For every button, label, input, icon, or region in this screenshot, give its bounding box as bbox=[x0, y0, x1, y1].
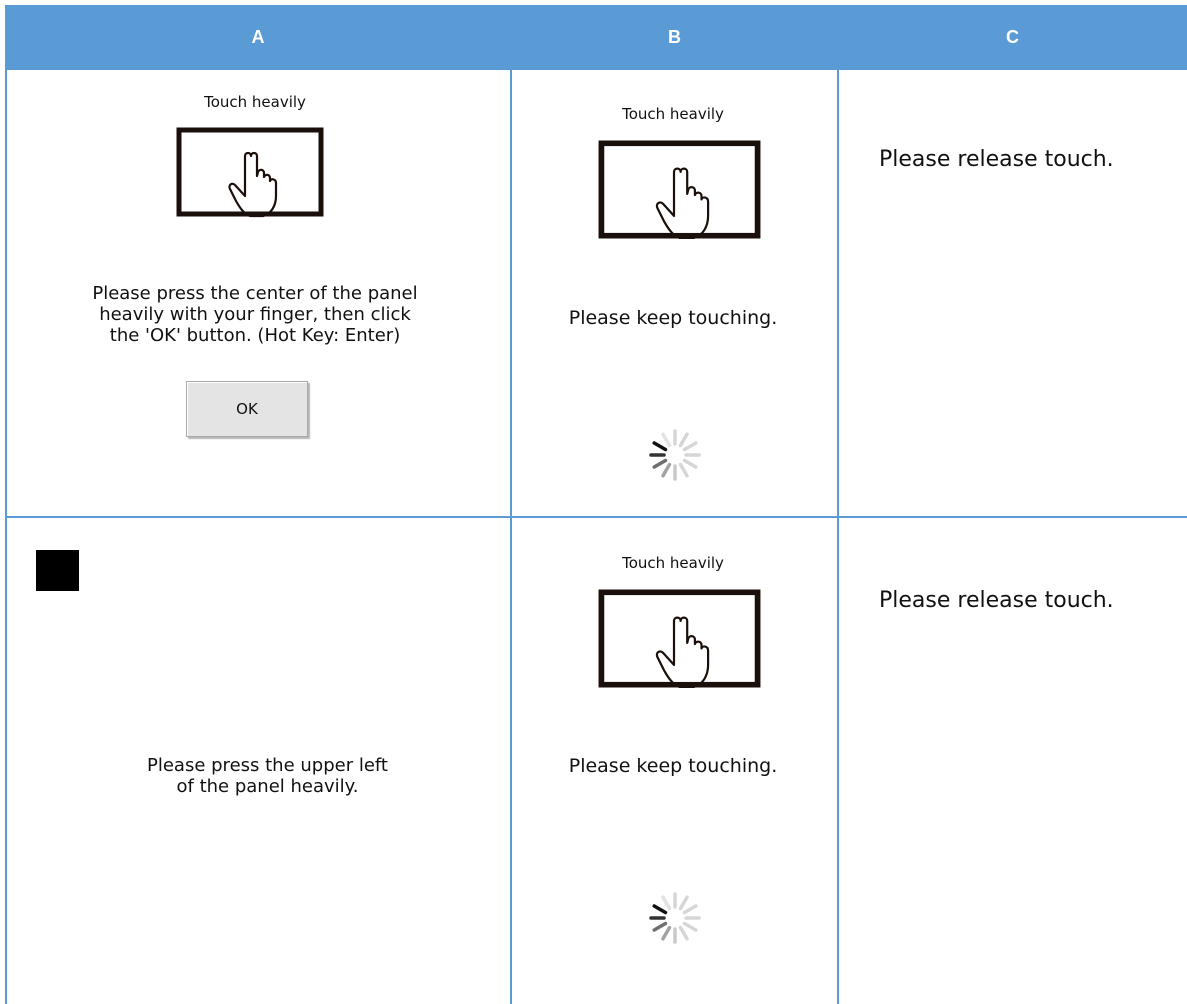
touch-heavily-title: Touch heavily bbox=[622, 105, 724, 123]
instruction-line-2: of the panel heavily. bbox=[176, 776, 359, 797]
release-touch-text: Please release touch. bbox=[879, 588, 1114, 613]
touch-panel-icon bbox=[598, 589, 761, 688]
row2-col-a: Please press the upper left of the panel… bbox=[5, 518, 510, 1004]
release-touch-text: Please release touch. bbox=[879, 147, 1114, 172]
instruction-text: Please press the upper left of the panel… bbox=[5, 755, 530, 797]
row1-col-a: Touch heavily Please press the center of… bbox=[5, 70, 510, 516]
header-col-c: C bbox=[1006, 27, 1019, 47]
header-col-b: B bbox=[668, 27, 681, 47]
touch-heavily-title: Touch heavily bbox=[204, 93, 306, 111]
touch-panel-icon bbox=[598, 140, 761, 240]
keep-touching-text: Please keep touching. bbox=[568, 755, 778, 777]
instruction-line-2: heavily with your finger, then click bbox=[99, 304, 411, 325]
ok-button[interactable]: OK bbox=[186, 381, 308, 437]
table-header: A B C bbox=[5, 5, 1187, 70]
instruction-table: A B C Touch heavily Please press the cen… bbox=[5, 5, 1187, 1004]
black-square-marker bbox=[36, 550, 79, 591]
instruction-text: Please press the center of the panel hea… bbox=[5, 283, 505, 346]
row2-col-b: Touch heavily Please keep touching. bbox=[512, 518, 837, 1004]
touch-panel-icon bbox=[176, 127, 324, 218]
instruction-line-3: the 'OK' button. (Hot Key: Enter) bbox=[109, 325, 401, 346]
header-col-a: A bbox=[251, 27, 265, 47]
loading-spinner-icon bbox=[649, 892, 701, 944]
touch-heavily-title: Touch heavily bbox=[622, 554, 724, 572]
row1-col-b: Touch heavily Please keep touching. bbox=[512, 70, 837, 516]
instruction-line-1: Please press the upper left bbox=[147, 755, 388, 776]
row1-col-c: Please release touch. bbox=[839, 70, 1187, 516]
loading-spinner-icon bbox=[649, 429, 701, 481]
keep-touching-text: Please keep touching. bbox=[568, 307, 778, 329]
instruction-line-1: Please press the center of the panel bbox=[92, 283, 418, 304]
row2-col-c: Please release touch. bbox=[839, 518, 1187, 1004]
